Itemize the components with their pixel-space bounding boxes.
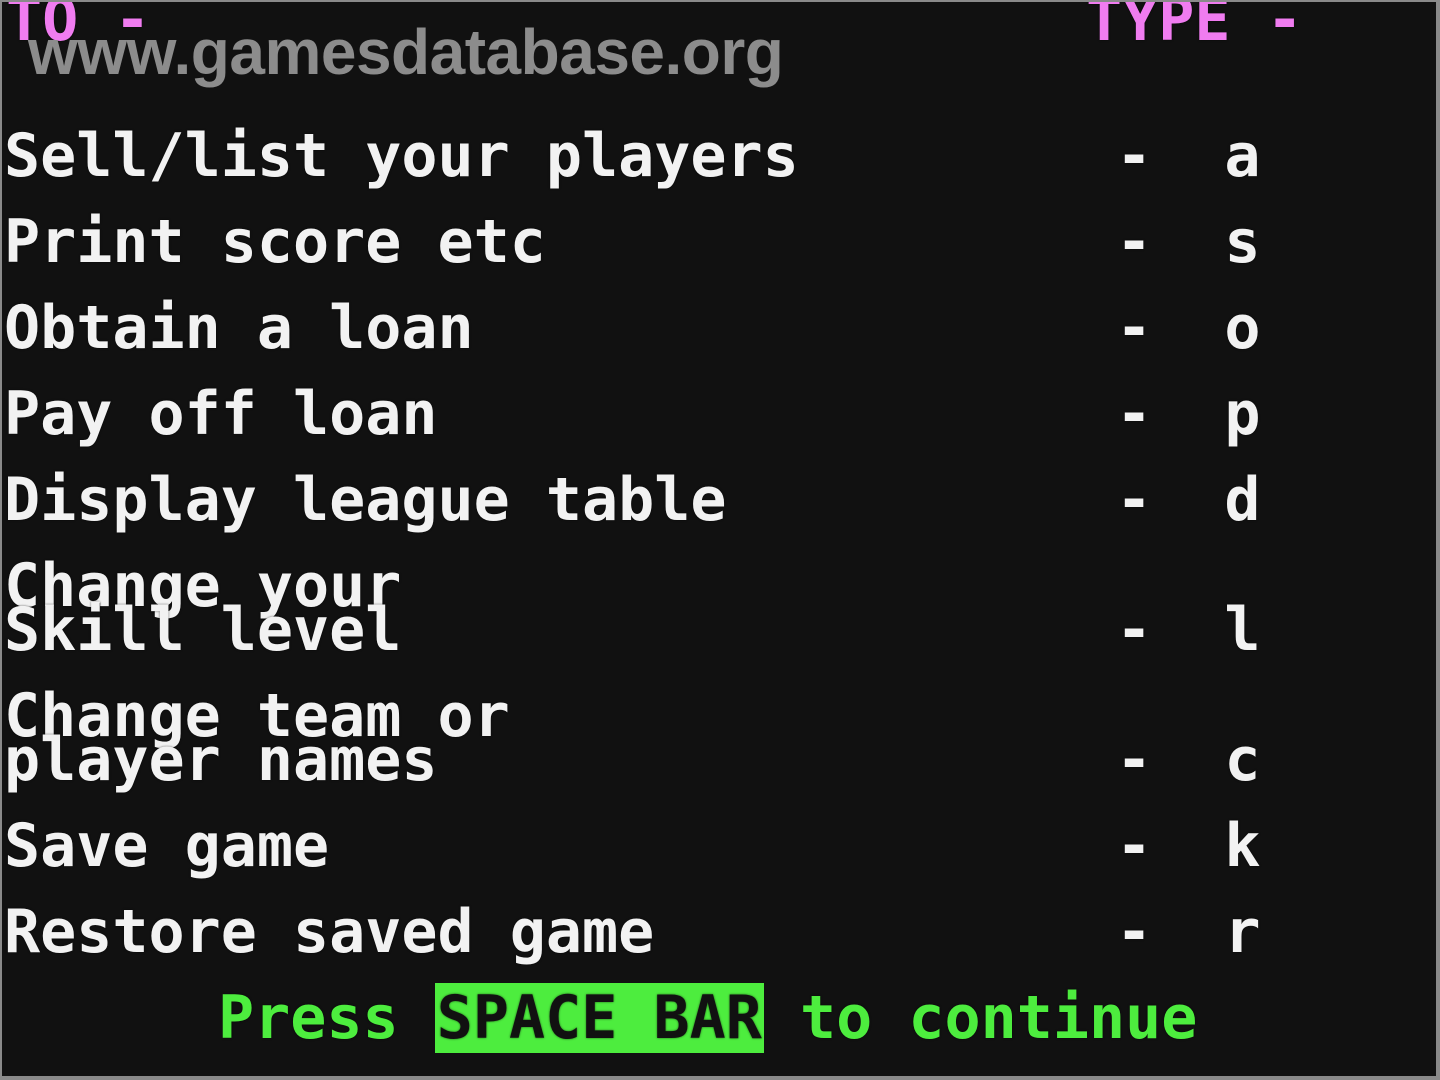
menu-item-skill-level-label-line2: Skill level [4, 595, 402, 665]
menu-item-save-game-key[interactable]: -​ k [1116, 816, 1261, 876]
key-letter: s [1224, 207, 1261, 277]
watermark: www.gamesdatabase.org [28, 16, 784, 88]
key-letter: d [1224, 465, 1261, 535]
game-screen: TO - TYPE - www.gamesdatabase.org Sell/l… [2, 2, 1436, 1076]
menu-item-save-game-label: Save game [4, 811, 330, 881]
separator: - [1116, 121, 1153, 191]
menu-item-pay-off-loan-key[interactable]: -​ p [1116, 384, 1261, 444]
prompt-suffix: to continue [763, 983, 1198, 1053]
menu-item-obtain-loan-key[interactable]: -​ o [1116, 298, 1261, 358]
key-letter: r [1224, 897, 1261, 967]
menu-item-league-table-key[interactable]: -​ d [1116, 470, 1261, 530]
separator: - [1116, 897, 1153, 967]
prompt-prefix: Press [218, 983, 435, 1053]
menu-item-obtain-loan-label: Obtain a loan [4, 293, 474, 363]
menu-item-sell-list-label: Sell/list your players [4, 121, 799, 191]
separator: - [1116, 595, 1153, 665]
menu-item-change-names-key[interactable]: -​ c [1116, 730, 1261, 790]
menu-item-sell-list-key[interactable]: -​ a [1116, 126, 1261, 186]
separator: - [1116, 725, 1153, 795]
header-type-label: TYPE - [1086, 2, 1303, 55]
menu-item-skill-level-key[interactable]: -​ l [1116, 600, 1261, 660]
separator: - [1116, 293, 1153, 363]
separator: - [1116, 811, 1153, 881]
menu-item-league-table-label: Display league table [4, 465, 727, 535]
menu-item-change-names-label-line2: player names [4, 725, 438, 795]
key-letter: p [1224, 379, 1261, 449]
continue-prompt[interactable]: Press SPACE BAR to continue [218, 983, 1197, 1053]
menu-item-restore-game-key[interactable]: -​ r [1116, 902, 1261, 962]
key-letter: k [1224, 811, 1261, 881]
separator: - [1116, 207, 1153, 277]
space-bar-highlight: SPACE BAR [434, 983, 764, 1053]
separator: - [1116, 379, 1153, 449]
key-letter: a [1224, 121, 1261, 191]
menu-item-pay-off-loan-label: Pay off loan [4, 379, 438, 449]
menu-item-print-score-label: Print score etc [4, 207, 546, 277]
key-letter: o [1224, 293, 1261, 363]
separator: - [1116, 465, 1153, 535]
menu-item-restore-game-label: Restore saved game [4, 897, 655, 967]
key-letter: c [1224, 725, 1261, 795]
menu-item-print-score-key[interactable]: -​ s [1116, 212, 1261, 272]
key-letter: l [1224, 595, 1261, 665]
